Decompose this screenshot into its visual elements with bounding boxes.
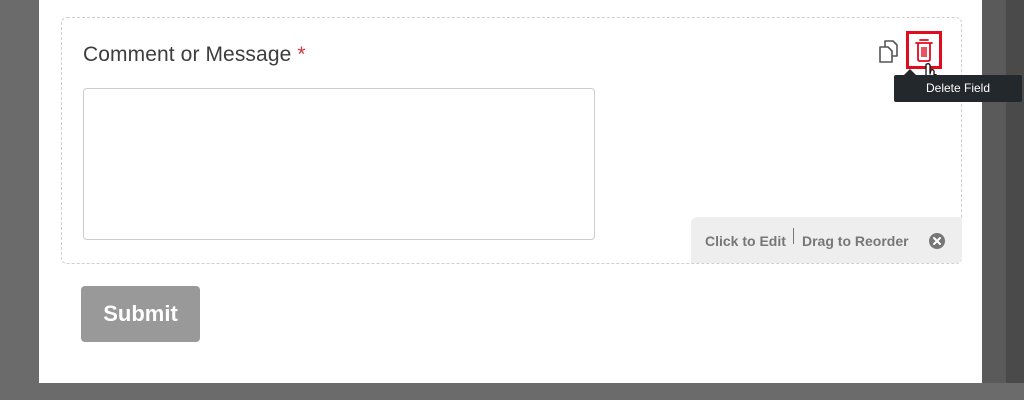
- submit-button[interactable]: Submit: [81, 286, 200, 342]
- edit-hint-bar: Click to Edit Drag to Reorder: [691, 217, 962, 263]
- modal-backdrop-bottom: [0, 383, 1024, 400]
- modal-backdrop-right: [982, 0, 1006, 400]
- field-label: Comment or Message *: [83, 43, 306, 67]
- field-label-text: Comment or Message: [83, 43, 292, 66]
- comment-textarea[interactable]: [83, 88, 595, 240]
- delete-field-tooltip: Delete Field: [894, 69, 1022, 102]
- required-indicator: *: [297, 43, 306, 66]
- drag-to-reorder-text: Drag to Reorder: [802, 233, 909, 249]
- tooltip-arrow: [904, 69, 916, 75]
- form-field-container[interactable]: Comment or Message * Click to Edit Drag …: [61, 17, 962, 264]
- duplicate-icon[interactable]: [877, 38, 901, 64]
- scrollbar-track[interactable]: [1006, 0, 1024, 400]
- tooltip-text: Delete Field: [925, 81, 991, 95]
- click-to-edit-text: Click to Edit: [705, 233, 786, 249]
- close-circle-icon[interactable]: [929, 233, 945, 249]
- form-preview-card: Comment or Message * Click to Edit Drag …: [39, 0, 982, 383]
- hint-divider: [793, 228, 794, 244]
